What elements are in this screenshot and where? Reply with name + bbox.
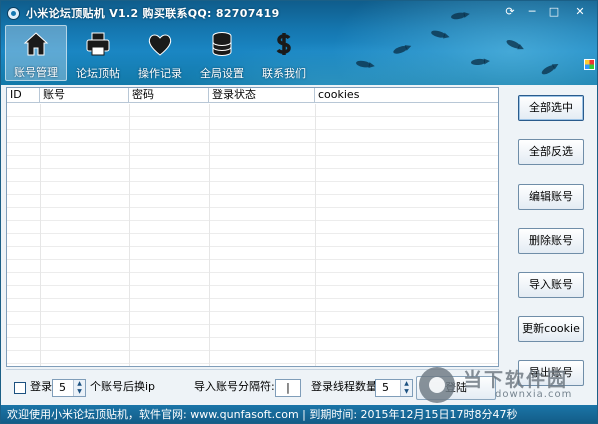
switch-ip-label: 个账号后换ip [90, 380, 156, 393]
action-buttons: 全部选中 全部反选 编辑账号 删除账号 导入账号 更新cookie 导出账号 [504, 87, 596, 403]
export-account-button[interactable]: 导出账号 [518, 360, 584, 386]
select-all-button[interactable]: 全部选中 [518, 95, 584, 121]
invert-selection-button[interactable]: 全部反选 [518, 139, 584, 165]
column-header-login-status[interactable]: 登录状态 [209, 88, 315, 102]
minimize-button[interactable]: ─ [521, 3, 543, 21]
login-count-value[interactable]: 5 [53, 380, 73, 396]
database-icon [207, 29, 237, 59]
heart-icon [145, 29, 175, 59]
column-divider [129, 104, 130, 366]
login-checkbox[interactable] [14, 382, 26, 394]
header-banner: 小米论坛顶贴机 V1.2 购买联系QQ: 82707419 ⟳ ─ □ ✕ 账号… [1, 1, 597, 85]
separator-label: 导入账号分隔符: [194, 380, 275, 393]
close-button[interactable]: ✕ [565, 3, 595, 21]
login-count-stepper[interactable]: 5 ▲ ▼ [52, 379, 86, 397]
account-table[interactable]: ID 账号 密码 登录状态 cookies [6, 87, 499, 367]
down-arrow-icon[interactable]: ▼ [401, 388, 412, 396]
main-nav: 账号管理 论坛顶帖 操作记录 全局设置 联系我们 [5, 25, 315, 81]
column-header-cookies[interactable]: cookies [315, 88, 493, 102]
nav-item-account-management[interactable]: 账号管理 [5, 25, 67, 81]
maximize-button[interactable]: □ [543, 3, 565, 21]
nav-item-contact-us[interactable]: 联系我们 [253, 25, 315, 81]
table-body [7, 104, 498, 366]
column-divider [315, 104, 316, 366]
skin-icon[interactable] [584, 59, 595, 70]
nav-item-operation-log[interactable]: 操作记录 [129, 25, 191, 81]
stepper-arrows[interactable]: ▲ ▼ [400, 380, 412, 396]
column-header-id[interactable]: ID [7, 88, 40, 102]
app-window: 小米论坛顶贴机 V1.2 购买联系QQ: 82707419 ⟳ ─ □ ✕ 账号… [0, 0, 598, 424]
home-icon [21, 30, 51, 58]
update-cookie-button[interactable]: 更新cookie [518, 316, 584, 342]
column-divider [40, 104, 41, 366]
stepper-arrows[interactable]: ▲ ▼ [73, 380, 85, 396]
delete-account-button[interactable]: 删除账号 [518, 228, 584, 254]
window-title: 小米论坛顶贴机 V1.2 购买联系QQ: 82707419 [26, 7, 280, 20]
up-arrow-icon[interactable]: ▲ [401, 380, 412, 388]
threads-value[interactable]: 5 [376, 380, 400, 396]
refresh-icon[interactable]: ⟳ [499, 3, 521, 21]
edit-account-button[interactable]: 编辑账号 [518, 184, 584, 210]
threads-label: 登录线程数量 [311, 380, 377, 393]
printer-icon [83, 29, 113, 59]
nav-label: 全局设置 [200, 67, 244, 80]
nav-label: 账号管理 [14, 66, 58, 79]
down-arrow-icon[interactable]: ▼ [74, 388, 85, 396]
column-divider [209, 104, 210, 366]
column-header-password[interactable]: 密码 [129, 88, 209, 102]
nav-label: 论坛顶帖 [76, 67, 120, 80]
status-bar: 欢迎使用小米论坛顶贴机，软件官网: www.qunfasoft.com | 到期… [1, 405, 597, 423]
table-header: ID 账号 密码 登录状态 cookies [7, 88, 498, 103]
nav-item-forum-bump[interactable]: 论坛顶帖 [67, 25, 129, 81]
separator-input[interactable]: | [275, 379, 301, 397]
import-account-button[interactable]: 导入账号 [518, 272, 584, 298]
up-arrow-icon[interactable]: ▲ [74, 380, 85, 388]
window-controls: ⟳ ─ □ ✕ [499, 3, 595, 21]
nav-label: 操作记录 [138, 67, 182, 80]
title-bar: 小米论坛顶贴机 V1.2 购买联系QQ: 82707419 [7, 5, 280, 21]
nav-item-global-settings[interactable]: 全局设置 [191, 25, 253, 81]
nav-label: 联系我们 [262, 67, 306, 80]
threads-stepper[interactable]: 5 ▲ ▼ [375, 379, 413, 397]
column-header-account[interactable]: 账号 [40, 88, 129, 102]
login-button[interactable]: 登陆 [416, 376, 496, 400]
login-label: 登录 [30, 380, 52, 393]
dollar-icon [269, 29, 299, 59]
app-logo-icon [7, 6, 20, 20]
login-options: 登录 5 ▲ ▼ 个账号后换ip 导入账号分隔符: | 登录线程数量 5 ▲ ▼ 登… [6, 369, 499, 403]
